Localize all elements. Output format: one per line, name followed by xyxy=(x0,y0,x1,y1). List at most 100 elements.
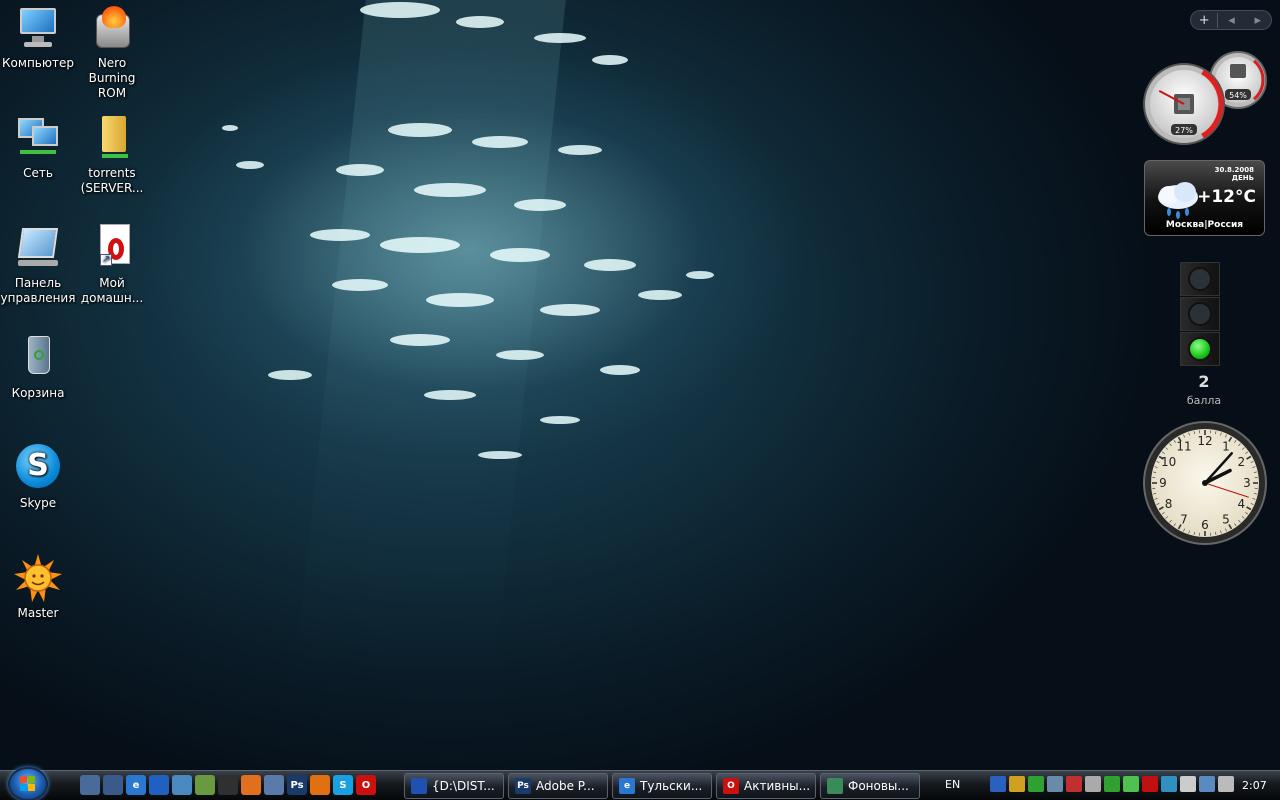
task-button-label: {D:\DIST... xyxy=(432,779,495,793)
clock-numeral: 3 xyxy=(1243,476,1251,490)
traffic-lamp-red xyxy=(1188,267,1212,291)
traffic-score-label: балла xyxy=(1186,394,1222,407)
clock-numeral: 12 xyxy=(1197,434,1212,448)
weather-period: ДЕНЬ xyxy=(1231,174,1254,182)
clock-numeral: 9 xyxy=(1159,476,1167,490)
sidebar-controls: + ◂ ▸ xyxy=(1190,10,1272,30)
clock-numeral: 11 xyxy=(1176,440,1191,454)
desktop-icon-computer[interactable]: Компьютер xyxy=(0,4,76,71)
task-button-label: Активны... xyxy=(744,779,811,793)
tool-icon[interactable] xyxy=(264,775,284,795)
traffic-lamp-yellow xyxy=(1188,302,1212,326)
display-icon xyxy=(827,778,843,794)
weather-date: 30.8.2008 xyxy=(1214,166,1254,174)
cpu-percent: 27% xyxy=(1175,126,1193,135)
internet-explorer-icon[interactable]: e xyxy=(126,775,146,795)
prev-gadget-button[interactable]: ◂ xyxy=(1218,13,1244,28)
firefox-icon[interactable] xyxy=(310,775,330,795)
internet-explorer-icon: e xyxy=(619,778,635,794)
clock-numeral: 5 xyxy=(1222,512,1230,526)
messenger-icon[interactable] xyxy=(1123,776,1139,792)
quick-launch-bar: e Ps S O xyxy=(80,775,376,795)
weather-temperature: +12°C xyxy=(1197,187,1256,207)
desktop-icon-skype[interactable]: S Skype xyxy=(0,444,76,511)
task-button-label: Тульски... xyxy=(640,779,703,793)
language-indicator[interactable]: EN xyxy=(945,778,960,791)
antivirus-icon[interactable] xyxy=(1009,776,1025,792)
clock-numeral: 2 xyxy=(1238,455,1246,469)
task-button[interactable]: Фоновы... xyxy=(820,773,920,799)
nero-icon xyxy=(88,4,136,52)
photoshop-icon[interactable]: Ps xyxy=(287,775,307,795)
memory-percent: 54% xyxy=(1229,91,1247,100)
traffic-gadget[interactable] xyxy=(1180,262,1222,368)
skype-icon[interactable]: S xyxy=(333,775,353,795)
device-icon[interactable] xyxy=(1180,776,1196,792)
ati-icon[interactable] xyxy=(1142,776,1158,792)
show-desktop-icon[interactable] xyxy=(80,775,100,795)
skype-icon: S xyxy=(14,444,62,492)
clock-numeral: 6 xyxy=(1201,518,1209,532)
clock-numeral: 4 xyxy=(1238,497,1246,511)
task-button-label: Фоновы... xyxy=(848,779,909,793)
weather-city: Москва|Россия xyxy=(1165,220,1244,230)
folder-icon xyxy=(88,114,136,162)
opera-icon: O xyxy=(723,778,739,794)
desktop-icon-opera-home[interactable]: ↗ Мой домашн... xyxy=(74,224,150,306)
media-icon[interactable] xyxy=(218,775,238,795)
photoshop-icon: Ps xyxy=(515,778,531,794)
bluetooth-icon[interactable] xyxy=(990,776,1006,792)
security-icon[interactable] xyxy=(1028,776,1044,792)
network-connection-icon[interactable] xyxy=(1199,776,1215,792)
wallpaper xyxy=(0,0,1280,770)
traffic-score: 2 xyxy=(1198,372,1210,391)
desktop-icon-nero[interactable]: Nero Burning ROM xyxy=(74,4,150,101)
taskbar: e Ps S O {D:\DIST... Ps Adobe P... e Тульски...… xyxy=(0,767,1280,800)
desktop-icon-torrents[interactable]: torrents (SERVER... xyxy=(74,114,150,196)
notification-area xyxy=(990,776,1177,792)
memory-chip-icon xyxy=(1230,64,1246,78)
opera-shortcut-icon: ↗ xyxy=(88,224,136,272)
clock-numeral: 7 xyxy=(1180,512,1188,526)
network-status-icon[interactable] xyxy=(1047,776,1063,792)
task-buttons: {D:\DIST... Ps Adobe P... e Тульски... O Актив… xyxy=(404,773,920,799)
task-button[interactable]: {D:\DIST... xyxy=(404,773,504,799)
add-gadget-button[interactable]: + xyxy=(1191,12,1219,28)
next-gadget-button[interactable]: ▸ xyxy=(1245,13,1271,28)
desktop-icon-recycle-bin[interactable]: Корзина xyxy=(0,334,76,401)
task-button[interactable]: Ps Adobe P... xyxy=(508,773,608,799)
desktop-icon-control-panel[interactable]: Панель управления xyxy=(0,224,76,306)
system-tray-right xyxy=(1180,776,1234,792)
usb-icon[interactable] xyxy=(1085,776,1101,792)
recycle-bin-icon xyxy=(14,334,62,382)
windows-explorer-icon[interactable] xyxy=(149,775,169,795)
task-button-label: Adobe P... xyxy=(536,779,595,793)
task-button[interactable]: O Активны... xyxy=(716,773,816,799)
cpu-meter-gadget[interactable]: 54% 27% xyxy=(1142,50,1268,146)
far-manager-icon xyxy=(411,778,427,794)
control-panel-icon xyxy=(14,224,62,272)
utility-icon[interactable] xyxy=(195,775,215,795)
help-icon[interactable] xyxy=(1161,776,1177,792)
clock-numeral: 8 xyxy=(1165,497,1173,511)
windows-logo-icon xyxy=(20,776,35,791)
taskbar-clock[interactable]: 2:07 xyxy=(1242,779,1267,792)
network-icon xyxy=(14,114,62,162)
clock-gadget[interactable]: 12 1 2 3 4 5 6 7 8 9 10 11 xyxy=(1142,420,1268,546)
alert-icon[interactable] xyxy=(1066,776,1082,792)
rain-cloud-icon xyxy=(1158,182,1198,219)
task-button[interactable]: e Тульски... xyxy=(612,773,712,799)
volume-icon[interactable] xyxy=(1218,776,1234,792)
network-tool-icon[interactable] xyxy=(172,775,192,795)
weather-gadget[interactable]: 30.8.2008 ДЕНЬ +12°C Москва|Россия xyxy=(1144,160,1265,236)
opera-icon[interactable]: O xyxy=(356,775,376,795)
computer-icon xyxy=(14,4,62,52)
switch-windows-icon[interactable] xyxy=(103,775,123,795)
office-icon[interactable] xyxy=(241,775,261,795)
start-button[interactable] xyxy=(8,767,48,800)
water-caustics xyxy=(222,2,714,459)
desktop-icon-master[interactable]: Master xyxy=(0,554,76,621)
desktop-icon-network[interactable]: Сеть xyxy=(0,114,76,181)
update-icon[interactable] xyxy=(1104,776,1120,792)
clock-numeral: 10 xyxy=(1161,455,1176,469)
